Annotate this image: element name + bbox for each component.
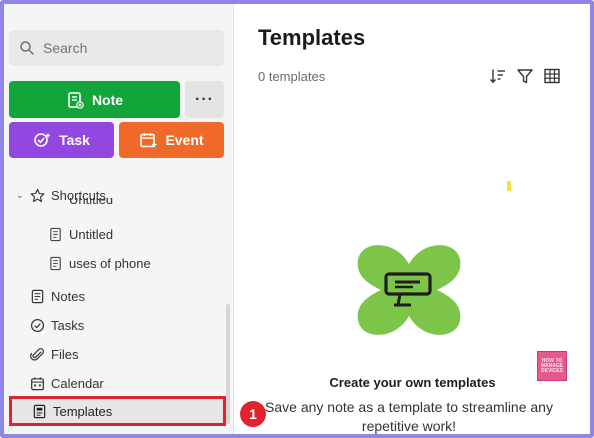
sidebar-item-label: Tasks (51, 317, 85, 333)
tasks-icon (30, 318, 45, 332)
shortcut-item-label: uses of phone (69, 255, 151, 271)
new-note-button[interactable]: Note (9, 81, 180, 118)
new-event-button[interactable]: Event (119, 122, 224, 158)
empty-state-title: Create your own templates (329, 375, 496, 390)
new-task-label: Task (59, 132, 90, 148)
shortcut-item[interactable]: uses of phone (4, 253, 229, 273)
main-panel: Templates 0 templates HOW TO MANAGE DEVI… (235, 4, 590, 434)
sidebar-item-templates[interactable]: Templates (9, 396, 226, 426)
filter-button[interactable] (515, 66, 535, 86)
more-options-button[interactable]: ··· (185, 81, 224, 118)
sidebar-item-calendar[interactable]: Calendar (4, 372, 229, 394)
note-icon (50, 256, 61, 270)
sidebar: Search Note ··· Task Event ⌄ Shortcuts U… (4, 4, 234, 434)
highlight-mark (507, 181, 511, 191)
search-input[interactable]: Search (9, 30, 224, 66)
shortcut-item-label: Untitled (69, 226, 114, 242)
new-note-label: Note (91, 91, 124, 108)
paperclip-icon (30, 347, 44, 361)
sidebar-scrollbar[interactable] (226, 304, 230, 424)
page-title: Templates (258, 25, 366, 50)
view-options-icon (544, 68, 560, 84)
new-note-icon (68, 91, 84, 109)
sidebar-item-label: Templates (53, 404, 113, 419)
notes-icon (31, 289, 44, 303)
sort-icon (489, 69, 505, 84)
new-task-button[interactable]: Task (9, 122, 114, 158)
empty-state-description: Save any note as a template to streamlin… (265, 399, 553, 434)
sidebar-item-tasks[interactable]: Tasks (4, 314, 229, 336)
view-options-button[interactable] (542, 66, 562, 86)
shortcut-item-label: Untitled (69, 198, 114, 207)
shortcut-item[interactable]: Untitled (4, 198, 229, 212)
template-count: 0 templates (258, 69, 326, 84)
shortcut-item[interactable]: Untitled (4, 224, 229, 244)
step-number-badge: 1 (240, 401, 266, 427)
more-icon: ··· (195, 90, 214, 108)
new-task-icon (34, 133, 51, 147)
template-icon (33, 404, 46, 419)
new-event-icon (140, 133, 158, 148)
template-illustration-icon (357, 245, 461, 335)
new-event-label: Event (165, 132, 204, 148)
sidebar-item-label: Notes (51, 288, 85, 304)
sidebar-item-notes[interactable]: Notes (4, 285, 229, 307)
sort-button[interactable] (488, 66, 508, 86)
sidebar-item-label: Files (51, 346, 79, 362)
search-placeholder: Search (43, 40, 88, 56)
watermark-text: HOW TO MANAGE DEVICES (540, 357, 564, 374)
sidebar-item-label: Calendar (51, 375, 104, 391)
sidebar-item-files[interactable]: Files (4, 343, 229, 365)
note-icon (50, 227, 61, 241)
calendar-icon (31, 376, 44, 390)
app-window: Search Note ··· Task Event ⌄ Shortcuts U… (0, 0, 594, 438)
filter-icon (517, 69, 533, 84)
search-icon (20, 41, 34, 55)
